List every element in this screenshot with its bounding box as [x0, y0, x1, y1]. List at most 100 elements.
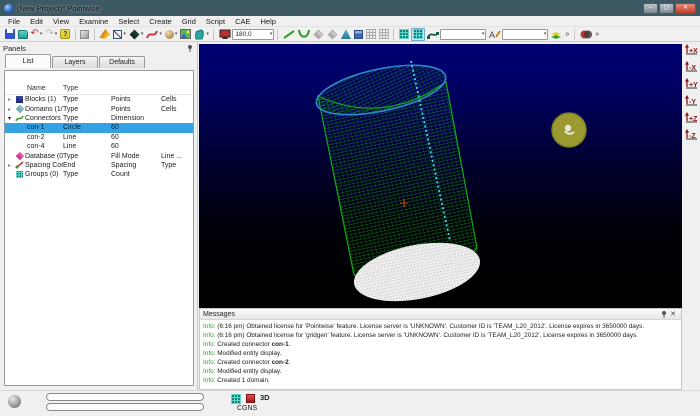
assemble-block-button[interactable]: [353, 28, 364, 41]
layers-icon: [550, 29, 562, 40]
save-button[interactable]: [4, 28, 16, 41]
help-button[interactable]: ?: [59, 28, 71, 41]
menu-help[interactable]: Help: [255, 16, 280, 27]
wire-cube-icon: [113, 30, 122, 39]
unstructured-block-button[interactable]: [378, 28, 390, 41]
spacing-combo[interactable]: ▾: [502, 29, 548, 40]
svg-text:A: A: [489, 30, 495, 40]
curve-connector-button[interactable]: [297, 28, 311, 41]
tree-column-type[interactable]: Type: [63, 85, 111, 92]
open-button[interactable]: [17, 28, 29, 41]
log-line: Info: Modified entity display.: [203, 367, 681, 376]
examine-button[interactable]: [218, 28, 232, 41]
structured-domain-button[interactable]: [312, 28, 325, 41]
mask-button[interactable]: [579, 28, 593, 41]
layers-button[interactable]: [549, 28, 563, 41]
close-icon[interactable]: ✕: [668, 310, 678, 318]
tree-header: Name Type: [5, 83, 193, 95]
maximize-button[interactable]: ▢: [659, 3, 674, 14]
database-create-button[interactable]: ▾: [164, 28, 179, 41]
view-plus-x-button[interactable]: +X: [683, 43, 699, 58]
view-plus-y-button[interactable]: +Y: [683, 77, 699, 92]
minimize-button[interactable]: –: [643, 3, 658, 14]
log-line: Info: Created 1 domain.: [203, 376, 681, 385]
panel-tabs: List Layers Defaults: [0, 54, 197, 68]
log-line: Info: Created connector con-2.: [203, 358, 681, 367]
display-viewport[interactable]: [199, 44, 682, 308]
expander-icon[interactable]: ▸: [5, 106, 14, 113]
tree-row-groups[interactable]: Groups (0) Type Count: [5, 170, 193, 179]
rotation-angle-combo[interactable]: 180,0 ▾: [232, 29, 274, 40]
menu-select[interactable]: Select: [113, 16, 144, 27]
spacing-constraint-icon: [15, 161, 24, 169]
view-minus-x-button[interactable]: -X: [683, 60, 699, 75]
tree-row-blocks[interactable]: ▸ Blocks (1) Type Points Cells: [5, 95, 193, 104]
grid-solve-button[interactable]: [398, 28, 410, 41]
view-plus-z-button[interactable]: +Z: [683, 111, 699, 126]
undo-button[interactable]: ↶▾: [30, 28, 44, 41]
expander-icon[interactable]: ▸: [5, 162, 14, 169]
sphere-icon: [165, 30, 174, 39]
extrude-button[interactable]: [340, 28, 352, 41]
tree-row-con-4[interactable]: con-4 Line 60: [5, 142, 193, 151]
transform-button[interactable]: ▾: [193, 28, 210, 41]
toolbar-overflow-button[interactable]: »: [593, 31, 601, 38]
close-button[interactable]: ✕: [675, 3, 696, 14]
menu-script[interactable]: Script: [201, 16, 230, 27]
display-style-button[interactable]: [98, 28, 111, 41]
glove-icon: [194, 29, 205, 40]
tab-list[interactable]: List: [5, 54, 51, 68]
tree-column-name[interactable]: Name: [27, 85, 63, 92]
teal-grid-selected-icon: [413, 29, 423, 39]
svg-text:+Z: +Z: [689, 116, 698, 123]
redo-button[interactable]: ↷▾: [44, 28, 58, 41]
domain-create-button[interactable]: ▾: [128, 28, 145, 41]
menu-file[interactable]: File: [3, 16, 25, 27]
two-point-connector-button[interactable]: [282, 28, 296, 41]
tree-row-con-1[interactable]: con-1 Circle 60: [5, 123, 193, 132]
toolbar-overflow-button[interactable]: »: [563, 31, 571, 38]
menu-bar: File Edit View Examine Select Create Gri…: [0, 16, 700, 27]
chevron-down-icon: ▾: [159, 31, 162, 37]
messages-header: Messages ✕: [200, 309, 681, 320]
messages-log[interactable]: Info: (6:16 pm) Obtained license for 'Po…: [200, 320, 681, 385]
pin-icon[interactable]: [660, 310, 668, 318]
image-button[interactable]: [179, 28, 192, 41]
dark-connector-icon: [427, 29, 439, 40]
tab-layers[interactable]: Layers: [52, 56, 98, 68]
tree-row-domains[interactable]: ▸ Domains (1/3) Type Points Cells: [5, 104, 193, 113]
connector-create-button[interactable]: ▾: [145, 28, 163, 41]
gray-mesh-icon: [366, 29, 376, 39]
menu-grid[interactable]: Grid: [177, 16, 201, 27]
tree-row-spacing-constraints[interactable]: ▸ Spacing Constrai... End Spacing Type: [5, 161, 193, 170]
panels-header: Panels: [0, 42, 197, 54]
chevron-down-icon: ▾: [55, 31, 58, 37]
tree-row-database[interactable]: Database (0) Type Fill Mode Line ...: [5, 151, 193, 160]
view-minus-y-button[interactable]: -Y: [683, 94, 699, 109]
unstructured-domain-button[interactable]: [326, 28, 339, 41]
menu-cae[interactable]: CAE: [230, 16, 255, 27]
window-controls: – ▢ ✕: [643, 3, 700, 14]
block-create-button[interactable]: ▾: [112, 28, 127, 41]
messages-panel: Messages ✕ Info: (6:16 pm) Obtained lice…: [199, 308, 682, 390]
messages-title: Messages: [203, 311, 660, 318]
menu-view[interactable]: View: [48, 16, 74, 27]
toolbar-separator: [393, 29, 394, 40]
spacing-edit-button[interactable]: A: [487, 28, 502, 41]
pin-icon[interactable]: [186, 44, 194, 52]
grid-smooth-button[interactable]: [411, 28, 425, 41]
menu-edit[interactable]: Edit: [25, 16, 48, 27]
menu-examine[interactable]: Examine: [74, 16, 113, 27]
tree-row-con-2[interactable]: con-2 Line 60: [5, 133, 193, 142]
view-mode-button[interactable]: [79, 28, 90, 41]
expander-icon[interactable]: ▾: [5, 115, 14, 122]
tree-row-connectors[interactable]: ▾ Connectors (1/3) Type Dimension: [5, 114, 193, 123]
menu-create[interactable]: Create: [144, 16, 177, 27]
tab-defaults[interactable]: Defaults: [99, 56, 145, 68]
dimension-button[interactable]: [426, 28, 440, 41]
chevron-down-icon: ▾: [40, 31, 43, 37]
view-minus-z-button[interactable]: -Z: [683, 128, 699, 143]
dimension-combo[interactable]: ▾: [440, 29, 486, 40]
expander-icon[interactable]: ▸: [5, 96, 14, 103]
structured-block-button[interactable]: [365, 28, 377, 41]
